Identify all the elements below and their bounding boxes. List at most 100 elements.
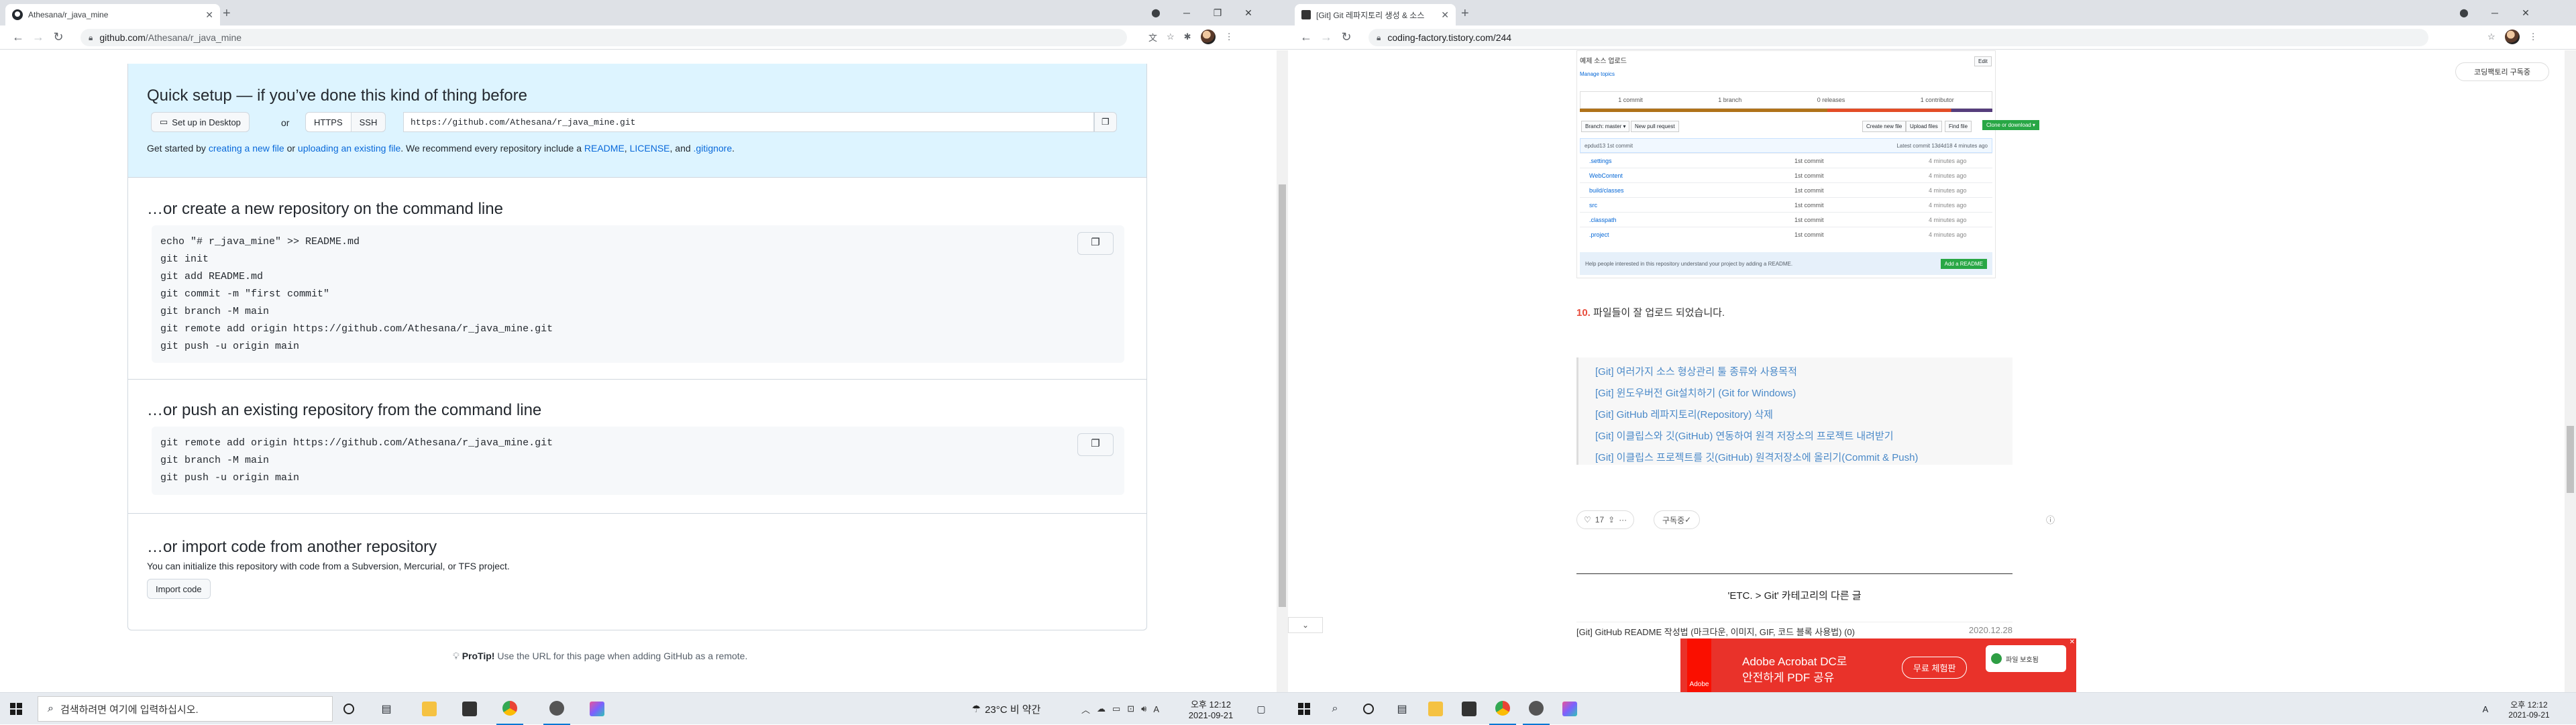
- slack-like-icon[interactable]: [584, 693, 610, 725]
- copy-new-repo-button[interactable]: ❐: [1077, 232, 1114, 255]
- minimize-icon[interactable]: ─: [2479, 4, 2510, 21]
- check-icon: ✓: [1684, 515, 1692, 524]
- share-icon[interactable]: ⇪: [1608, 515, 1615, 524]
- minimize-icon[interactable]: ─: [1171, 4, 1202, 21]
- maximize-icon[interactable]: ❐: [1202, 4, 1233, 21]
- import-code-button[interactable]: Import code: [147, 579, 211, 599]
- related-link[interactable]: [Git] 윈도우버전 Git설치하기 (Git for Windows): [1595, 386, 1796, 400]
- related-link[interactable]: [Git] 여러가지 소스 형상관리 툴 종류와 사용목적: [1595, 364, 1797, 378]
- ime-indicator[interactable]: A: [1153, 704, 1159, 714]
- collapse-toggle[interactable]: ⌄: [1288, 617, 1323, 633]
- code-line: git branch -M main: [160, 455, 270, 466]
- notification-icon[interactable]: ▢: [1248, 693, 1275, 725]
- reload-icon[interactable]: ↻: [48, 30, 68, 44]
- store-icon-2[interactable]: [1456, 693, 1483, 725]
- weather-widget[interactable]: ☂ 23°C 비 약간: [956, 693, 1057, 725]
- bookmark-star-icon[interactable]: ☆: [2487, 32, 2496, 42]
- toolbar-icons: ☆ ⋮: [2487, 30, 2538, 44]
- profile-avatar[interactable]: [1200, 30, 1216, 44]
- like-button[interactable]: ♡ 17 ⇪ ···: [1576, 510, 1635, 529]
- extensions-icon[interactable]: ✱: [1184, 32, 1191, 42]
- close-window-icon[interactable]: ✕: [2510, 4, 2541, 21]
- close-tab-icon[interactable]: ✕: [205, 9, 213, 21]
- slack-like-icon-2[interactable]: [1556, 693, 1583, 725]
- more-icon[interactable]: ···: [1619, 515, 1627, 524]
- next-post-title[interactable]: [Git] GitHub README 작성법 (마크다운, 이미지, GIF,…: [1576, 625, 1855, 637]
- right-scrollbar[interactable]: [2565, 50, 2576, 692]
- volume-icon[interactable]: 🔊︎: [1141, 704, 1146, 714]
- new-tab-icon[interactable]: +: [223, 6, 231, 21]
- code-line: git add README.md: [160, 271, 264, 282]
- close-tab-icon[interactable]: ✕: [1441, 9, 1449, 21]
- copy-url-button[interactable]: ❐: [1094, 112, 1117, 132]
- translate-icon[interactable]: 文: [1148, 31, 1157, 44]
- clock[interactable]: 오후 12:12 2021-09-21: [1181, 693, 1241, 725]
- clone-url-input[interactable]: https://github.com/Athesana/r_java_mine.…: [403, 112, 1094, 132]
- chrome-icon-2[interactable]: [1489, 693, 1516, 725]
- cortana-icon-2[interactable]: [1355, 693, 1382, 725]
- search-icon-2[interactable]: ⌕: [1322, 693, 1348, 725]
- reload-icon[interactable]: ↻: [1336, 30, 1356, 44]
- info-icon[interactable]: ⓘ: [2046, 513, 2055, 526]
- address-bar[interactable]: 🔒︎ coding-factory.tistory.com/244: [1368, 29, 2428, 46]
- file-time: 4 minutes ago: [1929, 157, 1967, 164]
- address-bar[interactable]: 🔒︎ github.com/Athesana/r_java_mine: [80, 29, 1127, 46]
- gitignore-link[interactable]: .gitignore: [694, 143, 733, 154]
- scrollbar-thumb[interactable]: [2567, 426, 2574, 493]
- taskbar-search-box[interactable]: ⌕ 검색하려면 여기에 입력하십시오.: [38, 696, 333, 722]
- clock-2[interactable]: 오후 12:12 2021-09-21: [2502, 693, 2556, 725]
- tab-search-icon[interactable]: ⬤: [2449, 4, 2479, 21]
- tab-search-icon[interactable]: ⬤: [1140, 4, 1171, 21]
- ad-close-icon[interactable]: ✕: [2070, 638, 2075, 646]
- chevron-up-icon[interactable]: ︿: [1081, 703, 1090, 716]
- https-button[interactable]: HTTPS: [305, 112, 352, 132]
- close-window-icon[interactable]: ✕: [1233, 4, 1264, 21]
- tab-github[interactable]: Athesana/r_java_mine ✕: [5, 4, 220, 25]
- ime-indicator-2[interactable]: A: [2475, 693, 2496, 725]
- chrome-icon[interactable]: [496, 693, 523, 725]
- next-post-row[interactable]: [Git] GitHub README 작성법 (마크다운, 이미지, GIF,…: [1576, 622, 2012, 637]
- menu-icon[interactable]: ⋮: [1225, 32, 1234, 42]
- readme-link[interactable]: README: [584, 143, 625, 154]
- new-tab-icon[interactable]: +: [1461, 6, 1469, 21]
- cortana-icon[interactable]: [335, 693, 362, 725]
- forward-icon[interactable]: →: [28, 30, 48, 44]
- subscribe-floating-button[interactable]: 코딩팩토리 구독중: [2455, 62, 2549, 81]
- store-icon[interactable]: [456, 693, 483, 725]
- upload-existing-file-link[interactable]: uploading an existing file: [298, 143, 400, 154]
- start-button[interactable]: [0, 693, 32, 725]
- adobe-ad-banner[interactable]: Adobe Adobe Acrobat DC로 안전하게 PDF 공유 무료 체…: [1680, 638, 2076, 692]
- related-link[interactable]: [Git] 이클립스 프로젝트를 깃(GitHub) 원격저장소에 올리기(Co…: [1595, 450, 1918, 464]
- ad-cta-button[interactable]: 무료 체험판: [1902, 657, 1968, 679]
- forward-icon[interactable]: →: [1316, 30, 1336, 44]
- profile-avatar[interactable]: [2504, 30, 2520, 44]
- battery-icon[interactable]: ▭: [1112, 704, 1120, 714]
- task-view-icon-2[interactable]: ▤: [1389, 693, 1415, 725]
- menu-icon[interactable]: ⋮: [2529, 32, 2538, 42]
- left-scrollbar[interactable]: [1277, 50, 1288, 692]
- set-up-in-desktop-button[interactable]: ▭ Set up in Desktop: [151, 112, 250, 132]
- floating-button-label: 코딩팩토리 구독중: [2473, 68, 2530, 76]
- tab-tistory[interactable]: [Git] Git 레파지토리 생성 & 소스 ✕: [1295, 4, 1456, 25]
- license-link[interactable]: LICENSE: [630, 143, 670, 154]
- file-explorer-icon[interactable]: [416, 693, 443, 725]
- task-view-icon[interactable]: ▤: [373, 693, 400, 725]
- cloud-icon[interactable]: ☁: [1097, 704, 1106, 714]
- network-icon[interactable]: ⊡: [1127, 704, 1134, 714]
- back-icon[interactable]: ←: [8, 30, 28, 44]
- scrollbar-thumb[interactable]: [1279, 184, 1286, 607]
- create-new-file-link[interactable]: creating a new file: [209, 143, 284, 154]
- subscribe-button[interactable]: 구독중 ✓: [1654, 510, 1701, 529]
- ssh-button[interactable]: SSH: [351, 112, 386, 132]
- clock-date: 2021-09-21: [2508, 710, 2550, 720]
- file-name: .classpath: [1589, 216, 1617, 223]
- start-button-2[interactable]: [1288, 693, 1320, 725]
- related-link[interactable]: [Git] GitHub 레파지토리(Repository) 삭제: [1595, 407, 1773, 421]
- bookmark-star-icon[interactable]: ☆: [1167, 32, 1175, 42]
- back-icon[interactable]: ←: [1296, 30, 1316, 44]
- game-app-icon-2[interactable]: [1523, 693, 1550, 725]
- related-link[interactable]: [Git] 이클립스와 깃(GitHub) 연동하여 원격 저장소의 프로젝트 …: [1595, 429, 1894, 443]
- file-explorer-icon-2[interactable]: [1422, 693, 1449, 725]
- copy-push-button[interactable]: ❐: [1077, 433, 1114, 456]
- game-app-icon[interactable]: [543, 693, 570, 725]
